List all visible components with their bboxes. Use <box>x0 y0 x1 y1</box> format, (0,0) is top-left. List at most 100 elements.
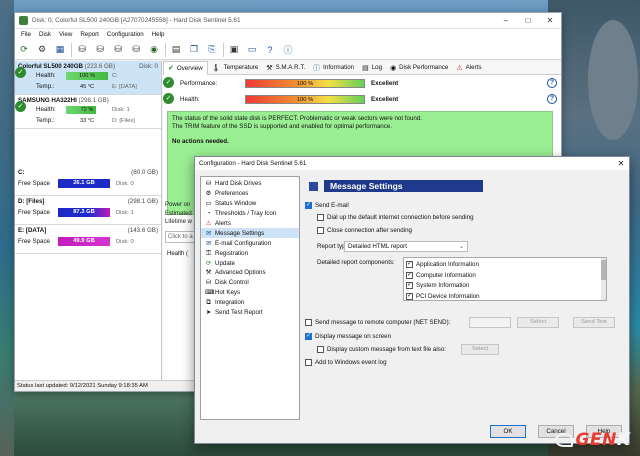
tree-item-preferences[interactable]: ⚙ Preferences <box>201 189 299 199</box>
volume-item[interactable]: E: [DATA] (143.6 GB) Free Space 49.9 GB Dis… <box>15 225 161 254</box>
copy-icon[interactable]: ❐ <box>187 43 201 57</box>
volume-item[interactable]: D: [Files] (298.1 GB) Free Space 87.3 GB Di… <box>15 196 161 225</box>
tree-item-integration[interactable]: ⧉ Integration <box>201 298 299 308</box>
volume-item[interactable]: C: (80.0 GB) Free Space 26.1 GB Disk: 0 <box>15 167 161 196</box>
custom-message-checkbox[interactable] <box>317 346 324 353</box>
select-button[interactable]: Select <box>517 317 559 328</box>
dialup-row[interactable]: Dial up the default internet connection … <box>317 214 474 221</box>
component-item[interactable]: ✓ PCI Device Information <box>406 291 604 300</box>
event-log-checkbox[interactable] <box>305 359 312 366</box>
tree-label: Hot Keys <box>215 289 241 297</box>
tree-label: Hard Disk Drives <box>215 180 262 188</box>
tree-item-thresholds[interactable]: ◔ Thresholds / Tray Icon <box>201 209 299 219</box>
tree-item-advanced-options[interactable]: ⚒ Advanced Options <box>201 268 299 278</box>
close-icon[interactable]: ✕ <box>613 159 629 168</box>
net-send-checkbox[interactable] <box>305 319 312 326</box>
component-item[interactable]: ✓ Computer Information <box>406 270 604 281</box>
tree-item-email-configuration[interactable]: ✉ E-mail Configuration <box>201 238 299 248</box>
scrollbar-thumb[interactable] <box>601 260 606 280</box>
menu-configuration[interactable]: Configuration <box>107 31 144 38</box>
help-icon[interactable]: ? <box>547 78 557 88</box>
desktop-wallpaper-left <box>0 0 14 456</box>
volume-disk: Disk: 0 <box>116 180 134 187</box>
disk-item[interactable]: Colorful SL500 240GB (223.6 GB) Disk: 0 … <box>15 61 161 95</box>
close-connection-checkbox[interactable] <box>317 227 324 234</box>
report-components-list[interactable]: ✓ Application Information ✓ Computer Infor… <box>403 257 607 301</box>
disk-item[interactable]: SAMSUNG HA322HI (298.1 GB) ✓ Health: 72 … <box>15 95 161 129</box>
watermark-swirl-icon <box>554 433 573 447</box>
help-icon[interactable]: ? <box>547 94 557 104</box>
menu-help[interactable]: Help <box>152 31 165 38</box>
tree-label: Registration <box>215 249 249 257</box>
minimize-button[interactable]: – <box>495 13 517 29</box>
component-item[interactable]: ✓ Application Information <box>406 259 604 270</box>
component-checkbox[interactable]: ✓ <box>406 293 413 300</box>
dialog-titlebar: Configuration - Hard Disk Sentinel 5.61 … <box>195 157 629 170</box>
net-send-computer-field[interactable] <box>469 317 511 328</box>
close-button[interactable]: ✕ <box>539 13 561 29</box>
menu-file[interactable]: File <box>21 31 31 38</box>
section-title: Message Settings <box>324 180 483 192</box>
maximize-button[interactable]: □ <box>517 13 539 29</box>
tab-information[interactable]: ⓘ Information <box>309 61 358 75</box>
select-file-button[interactable]: Select <box>461 344 499 355</box>
info-icon[interactable]: ⓘ <box>281 43 295 57</box>
tab-label: Overview <box>176 64 203 72</box>
disk-icon[interactable]: ⛁ <box>93 43 107 57</box>
report-type-select[interactable]: Detailed HTML report ⌄ <box>344 241 468 252</box>
tree-item-message-settings[interactable]: ✉ Message Settings <box>201 228 299 239</box>
display-message-row[interactable]: ✓ Display message on screen <box>305 333 391 340</box>
tab-disk-performance[interactable]: ◉ Disk Performance <box>386 61 452 75</box>
ok-button[interactable]: OK <box>490 425 526 438</box>
component-item[interactable]: ✓ System Information <box>406 281 604 292</box>
send-test-button[interactable]: Send Test <box>573 317 615 328</box>
menu-report[interactable]: Report <box>80 31 99 38</box>
settings-gear-icon[interactable]: ⚙ <box>35 43 49 57</box>
tree-item-disk-control[interactable]: ⛁ Disk Control <box>201 278 299 288</box>
component-checkbox[interactable]: ✓ <box>406 260 413 268</box>
chart-icon[interactable]: ▦ <box>53 43 67 57</box>
refresh-icon[interactable]: ⟳ <box>17 43 31 57</box>
keyboard-icon: ⌨ <box>205 289 215 297</box>
disk-list-spacer <box>15 129 161 167</box>
net-send-row[interactable]: Send message to remote computer (NET SEN… <box>305 319 450 326</box>
component-label: Computer Information <box>416 271 476 279</box>
report-icon[interactable]: ▤ <box>169 43 183 57</box>
tab-alerts[interactable]: ⚠ Alerts <box>452 61 485 75</box>
disk-icon[interactable]: ⛁ <box>75 43 89 57</box>
tab-log[interactable]: ▤ Log <box>358 61 386 75</box>
event-log-row[interactable]: Add to Windows event log <box>305 359 387 366</box>
tree-item-registration[interactable]: ⚿ Registration <box>201 248 299 258</box>
globe-icon[interactable]: ◉ <box>147 43 161 57</box>
menu-view[interactable]: View <box>59 31 72 38</box>
help-icon[interactable]: ? <box>263 43 277 57</box>
dialup-checkbox[interactable] <box>317 214 324 221</box>
tab-label: Disk Performance <box>399 64 449 71</box>
tree-item-hard-disk-drives[interactable]: ⛁ Hard Disk Drives <box>201 179 299 189</box>
comment-box[interactable]: Click to a <box>165 231 197 243</box>
send-email-checkbox[interactable]: ✓ <box>305 202 312 209</box>
disk-icon[interactable]: ⛁ <box>111 43 125 57</box>
tab-overview[interactable]: ✔ Overview <box>163 60 208 75</box>
tab-smart[interactable]: ⚒ S.M.A.R.T. <box>262 61 309 75</box>
network-icon[interactable]: ⎘ <box>205 43 219 57</box>
close-connection-row[interactable]: Close connection after sending <box>317 227 412 234</box>
monitor-icon[interactable]: ▭ <box>245 43 259 57</box>
tree-item-update[interactable]: ⟳ Update <box>201 258 299 268</box>
display-message-checkbox[interactable]: ✓ <box>305 333 312 340</box>
log-icon: ▤ <box>362 64 369 72</box>
tree-item-status-window[interactable]: ▭ Status Window <box>201 199 299 209</box>
tree-item-hot-keys[interactable]: ⌨ Hot Keys <box>201 288 299 298</box>
disk-icon[interactable]: ⛁ <box>129 43 143 57</box>
custom-message-row[interactable]: Display custom message from text file al… <box>317 346 446 353</box>
tree-item-alerts[interactable]: ⚠ Alerts <box>201 219 299 229</box>
send-email-row[interactable]: ✓ Send E-mail <box>305 202 349 209</box>
tab-temperature[interactable]: 🌡 Temperature <box>208 61 263 75</box>
tree-item-send-test-report[interactable]: ➤ Send Test Report <box>201 308 299 318</box>
chip-icon[interactable]: ▣ <box>227 43 241 57</box>
component-checkbox[interactable]: ✓ <box>406 282 413 290</box>
components-scrollbar[interactable] <box>601 258 606 300</box>
disk-size: (223.6 GB) <box>84 63 115 70</box>
component-checkbox[interactable]: ✓ <box>406 271 413 279</box>
menu-disk[interactable]: Disk <box>39 31 51 38</box>
